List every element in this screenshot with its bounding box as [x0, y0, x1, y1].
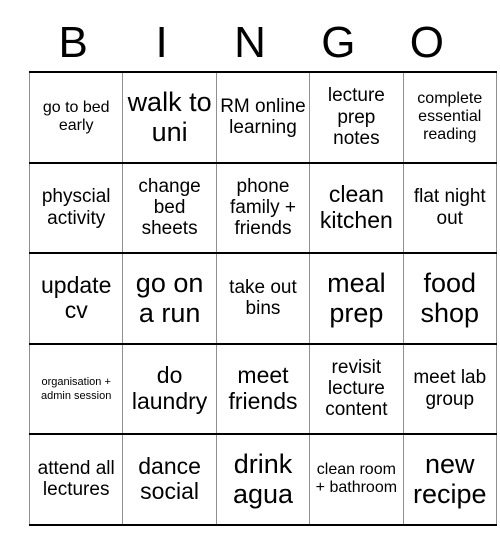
bingo-cell[interactable]: physcial activity [28, 161, 124, 254]
bingo-cell-label: dance social [138, 452, 201, 505]
bingo-cell-label: meet lab group [413, 367, 487, 410]
bingo-cell-label: attend all lectures [37, 457, 115, 501]
bingo-cell-label: flat night out [413, 186, 486, 229]
bingo-cell-label: physcial activity [41, 186, 111, 229]
bingo-cell[interactable]: RM online learning [215, 71, 311, 164]
bingo-cell[interactable]: revisit lecture content [309, 342, 404, 435]
header-letter-o: O [409, 17, 444, 67]
bingo-cell-label: lecture prep notes [327, 85, 385, 149]
bingo-cell[interactable]: take out bins [215, 252, 311, 345]
bingo-cell[interactable]: lecture prep notes [309, 71, 404, 164]
bingo-cell-label: go to bed early [42, 99, 110, 135]
header-letter-b: B [58, 17, 88, 67]
bingo-cell[interactable]: meal prep [309, 252, 404, 345]
bingo-cell[interactable]: do laundry [122, 342, 217, 435]
bingo-cell[interactable]: clean room + bathroom [309, 433, 404, 526]
bingo-cell[interactable]: attend all lectures [28, 433, 124, 526]
bingo-row: physcial activity change bed sheets phon… [28, 161, 497, 254]
bingo-cell-label: new recipe [412, 449, 487, 510]
bingo-cell[interactable]: phone family + friends [215, 161, 311, 254]
bingo-grid: go to bed early walk to uni RM online le… [28, 71, 497, 526]
bingo-cell[interactable]: change bed sheets [122, 161, 217, 254]
bingo-card: B I N G O go to bed early walk to uni RM… [28, 14, 497, 526]
bingo-cell[interactable]: meet friends [215, 342, 311, 435]
header-letter-n: N [234, 17, 266, 67]
bingo-row: update cv go on a run take out bins meal… [28, 252, 497, 345]
header-letter-g: G [321, 17, 356, 67]
bingo-cell-label: meet friends [228, 362, 298, 414]
bingo-cell[interactable]: food shop [402, 252, 497, 345]
bingo-cell-label: organisation + admin session [41, 375, 112, 402]
bingo-row: organisation + admin session do laundry … [28, 342, 497, 435]
bingo-header-row: B I N G O [29, 14, 471, 71]
bingo-cell-label: do laundry [131, 362, 208, 414]
bingo-cell-label: update cv [41, 271, 112, 324]
bingo-cell[interactable]: go on a run [122, 252, 217, 345]
bingo-cell-label: revisit lecture content [325, 356, 388, 421]
bingo-cell-label: food shop [420, 268, 480, 329]
bingo-row: go to bed early walk to uni RM online le… [28, 71, 497, 164]
bingo-cell[interactable]: drink agua [215, 433, 311, 526]
bingo-cell[interactable]: walk to uni [122, 71, 217, 164]
bingo-cell-label: complete essential reading [417, 90, 483, 144]
bingo-cell[interactable]: clean kitchen [309, 161, 404, 254]
bingo-cell-label: walk to uni [127, 87, 212, 148]
bingo-cell[interactable]: update cv [28, 252, 124, 345]
bingo-cell[interactable]: meet lab group [402, 342, 497, 435]
bingo-cell-label: clean room + bathroom [315, 461, 398, 497]
bingo-cell[interactable]: go to bed early [28, 71, 124, 164]
bingo-cell[interactable]: organisation + admin session [28, 342, 124, 435]
bingo-cell[interactable]: new recipe [402, 433, 497, 526]
bingo-cell-label: go on a run [135, 268, 204, 329]
bingo-cell[interactable]: complete essential reading [402, 71, 497, 164]
bingo-cell-label: phone family + friends [229, 175, 296, 240]
bingo-cell[interactable]: flat night out [402, 161, 497, 254]
bingo-cell-label: clean kitchen [319, 181, 393, 233]
bingo-cell-label: take out bins [229, 276, 297, 320]
bingo-cell-label: change bed sheets [138, 175, 201, 240]
bingo-row: attend all lectures dance social drink a… [28, 433, 497, 526]
bingo-cell-label: meal prep [327, 268, 386, 329]
header-letter-i: I [155, 17, 168, 67]
bingo-cell-label: drink agua [232, 449, 294, 510]
bingo-cell-label: RM online learning [220, 95, 306, 139]
bingo-cell[interactable]: dance social [122, 433, 217, 526]
